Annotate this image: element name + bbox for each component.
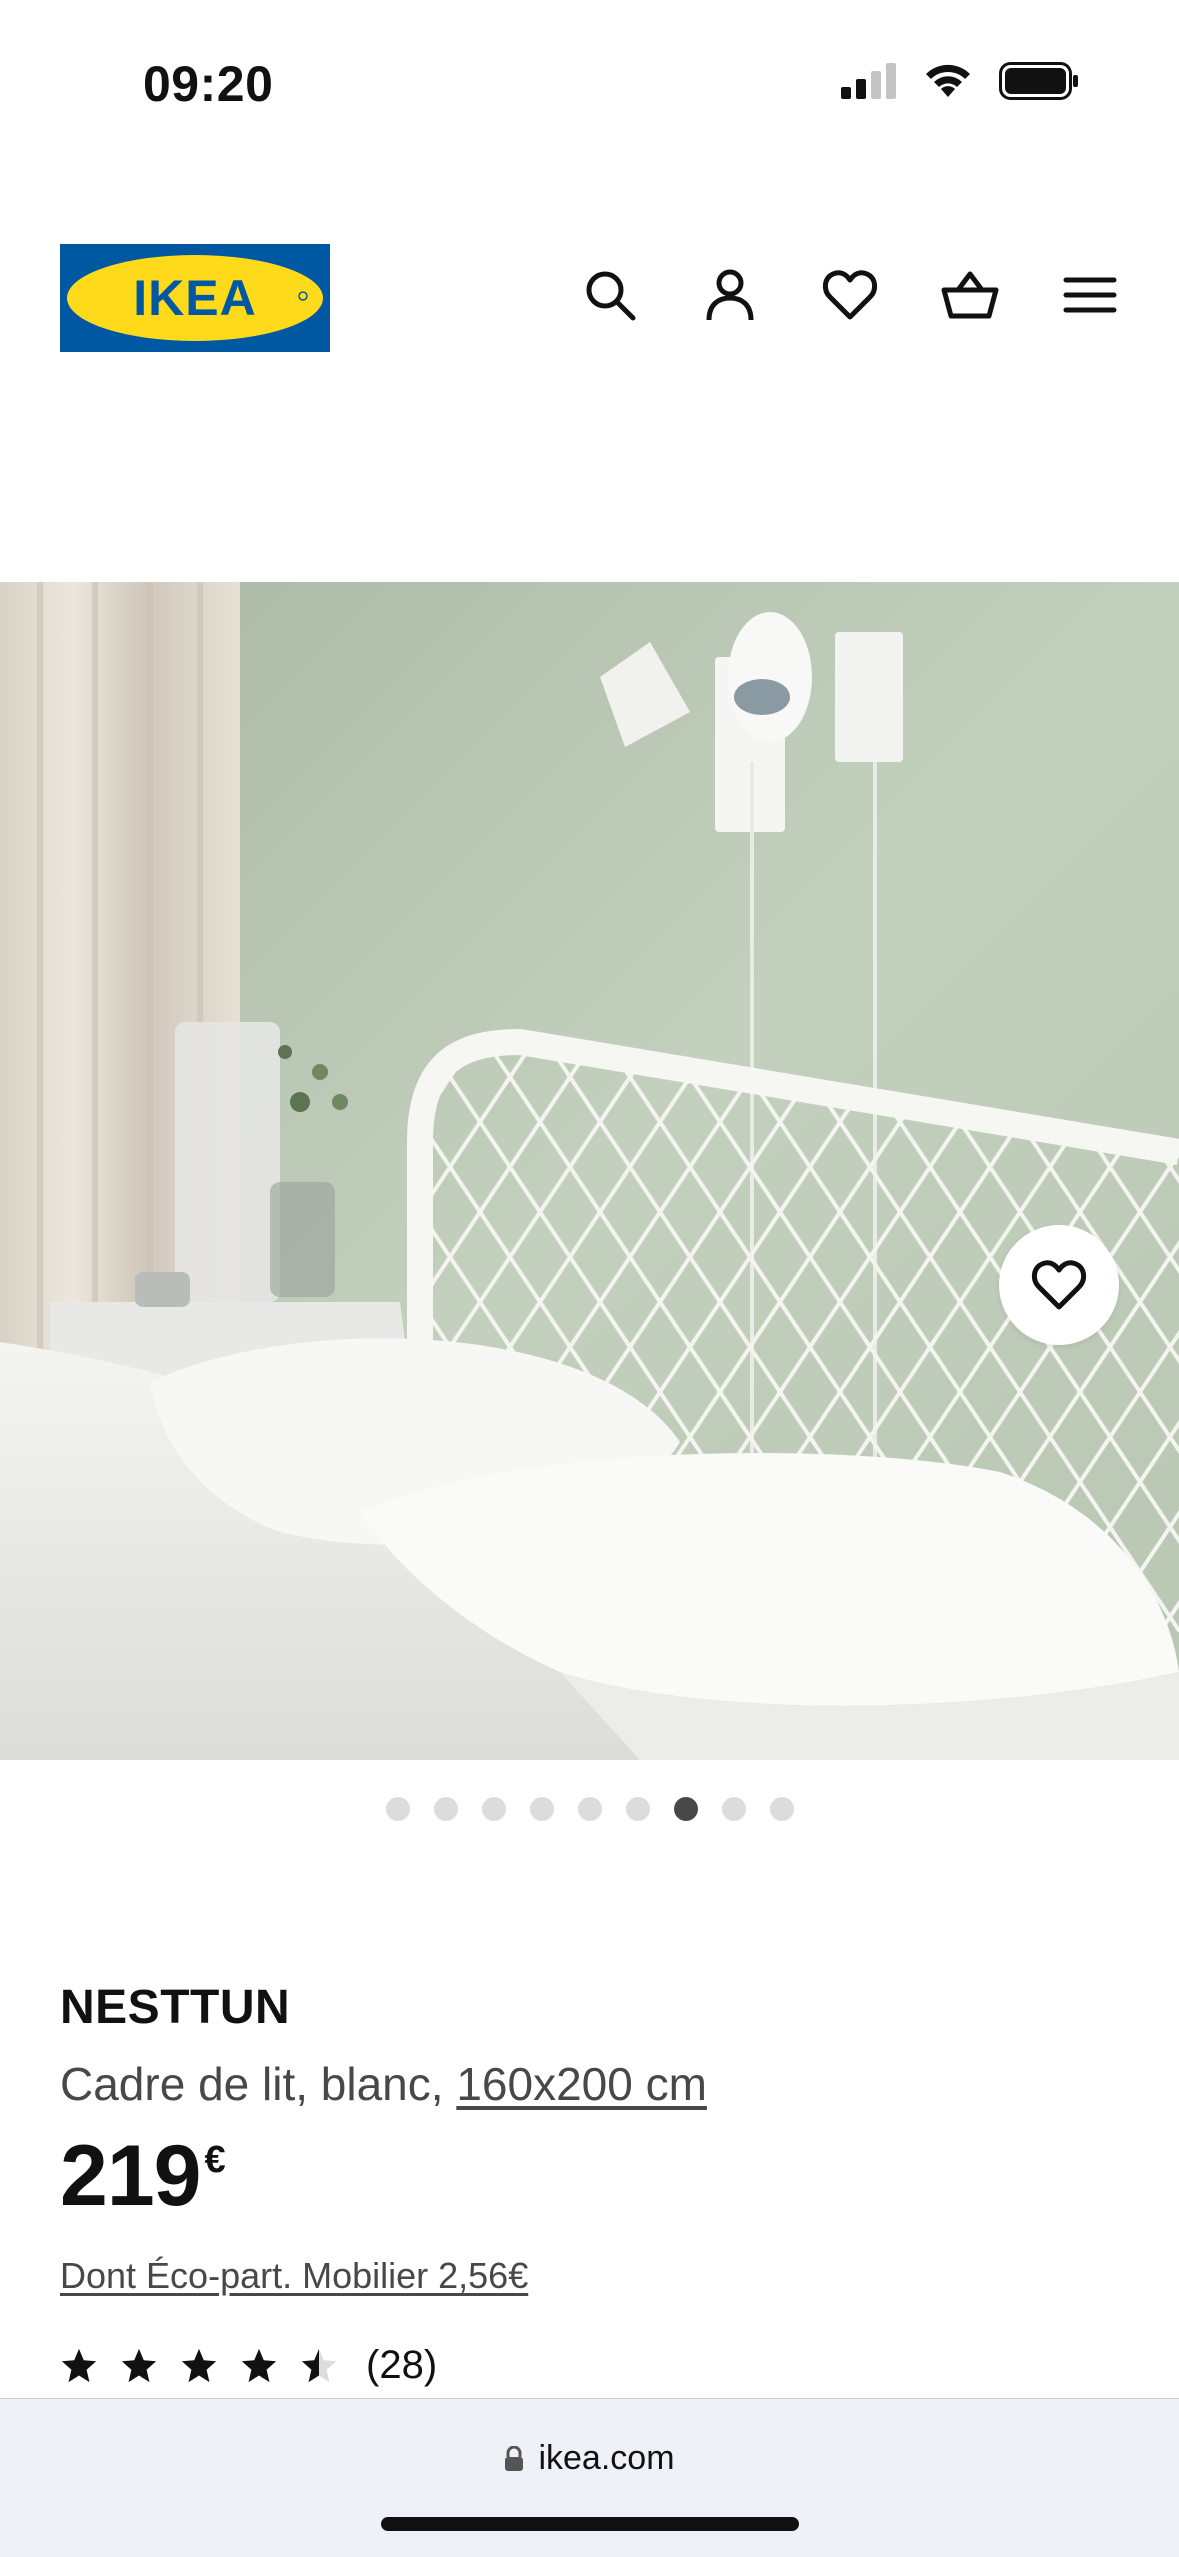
carousel-dot[interactable] — [625, 1797, 650, 1821]
site-header: IKEA — [0, 240, 1179, 352]
heart-icon — [1032, 1260, 1086, 1310]
product-name: NESTTUN — [60, 1981, 291, 2034]
ikea-logo[interactable]: IKEA — [60, 244, 330, 352]
star-icon — [301, 2348, 337, 2382]
url-display[interactable]: ikea.com — [0, 2439, 1179, 2478]
product-photo — [0, 582, 1179, 1760]
star-icon — [181, 2348, 217, 2382]
account-icon[interactable] — [701, 266, 759, 324]
carousel-dot[interactable] — [529, 1797, 554, 1821]
status-bar: 09:20 — [0, 0, 1179, 150]
price-integer: 219 — [60, 2128, 201, 2224]
wifi-icon — [926, 64, 970, 97]
eco-fee-link[interactable]: Dont Éco-part. Mobilier 2,56€ — [60, 2255, 1120, 2297]
product-rating[interactable]: (28) — [60, 2343, 1120, 2388]
svg-text:IKEA: IKEA — [133, 270, 256, 326]
carousel-dot[interactable] — [433, 1797, 458, 1821]
star-icon — [241, 2348, 277, 2382]
carousel-dot[interactable] — [721, 1797, 746, 1821]
menu-icon[interactable] — [1061, 266, 1119, 324]
star-icon — [121, 2348, 157, 2382]
product-image-gallery[interactable] — [0, 582, 1179, 1760]
rating-stars — [60, 2347, 338, 2385]
url-text: ikea.com — [538, 2439, 675, 2477]
lock-icon — [505, 2445, 524, 2471]
add-to-favorites-button[interactable] — [999, 1225, 1119, 1345]
header-nav — [581, 266, 1119, 324]
heart-icon[interactable] — [821, 266, 879, 324]
product-size-link[interactable]: 160x200 cm — [456, 2058, 707, 2110]
product-description-text: Cadre de lit, blanc, — [60, 2058, 457, 2110]
battery-icon — [999, 62, 1078, 100]
status-time: 09:20 — [143, 56, 274, 112]
product-price: 219 € — [60, 2133, 1120, 2219]
status-icons — [841, 62, 1079, 100]
carousel-dot[interactable] — [481, 1797, 506, 1821]
carousel-dot[interactable] — [673, 1797, 698, 1821]
product-info: NESTTUN Cadre de lit, blanc, 160x200 cm … — [60, 1980, 1120, 2388]
carousel-dot[interactable] — [385, 1797, 410, 1821]
basket-icon[interactable] — [941, 266, 999, 324]
review-count: (28) — [366, 2343, 438, 2387]
product-description: Cadre de lit, blanc, 160x200 cm — [60, 2057, 1120, 2111]
carousel-indicator[interactable] — [0, 1797, 1179, 1821]
cellular-signal-icon — [841, 63, 896, 99]
carousel-dot[interactable] — [769, 1797, 794, 1821]
carousel-dot[interactable] — [577, 1797, 602, 1821]
price-currency: € — [204, 2139, 226, 2181]
home-indicator[interactable] — [381, 2517, 799, 2531]
browser-address-bar[interactable]: ikea.com — [0, 2398, 1179, 2557]
search-icon[interactable] — [581, 266, 639, 324]
star-icon — [61, 2348, 97, 2382]
